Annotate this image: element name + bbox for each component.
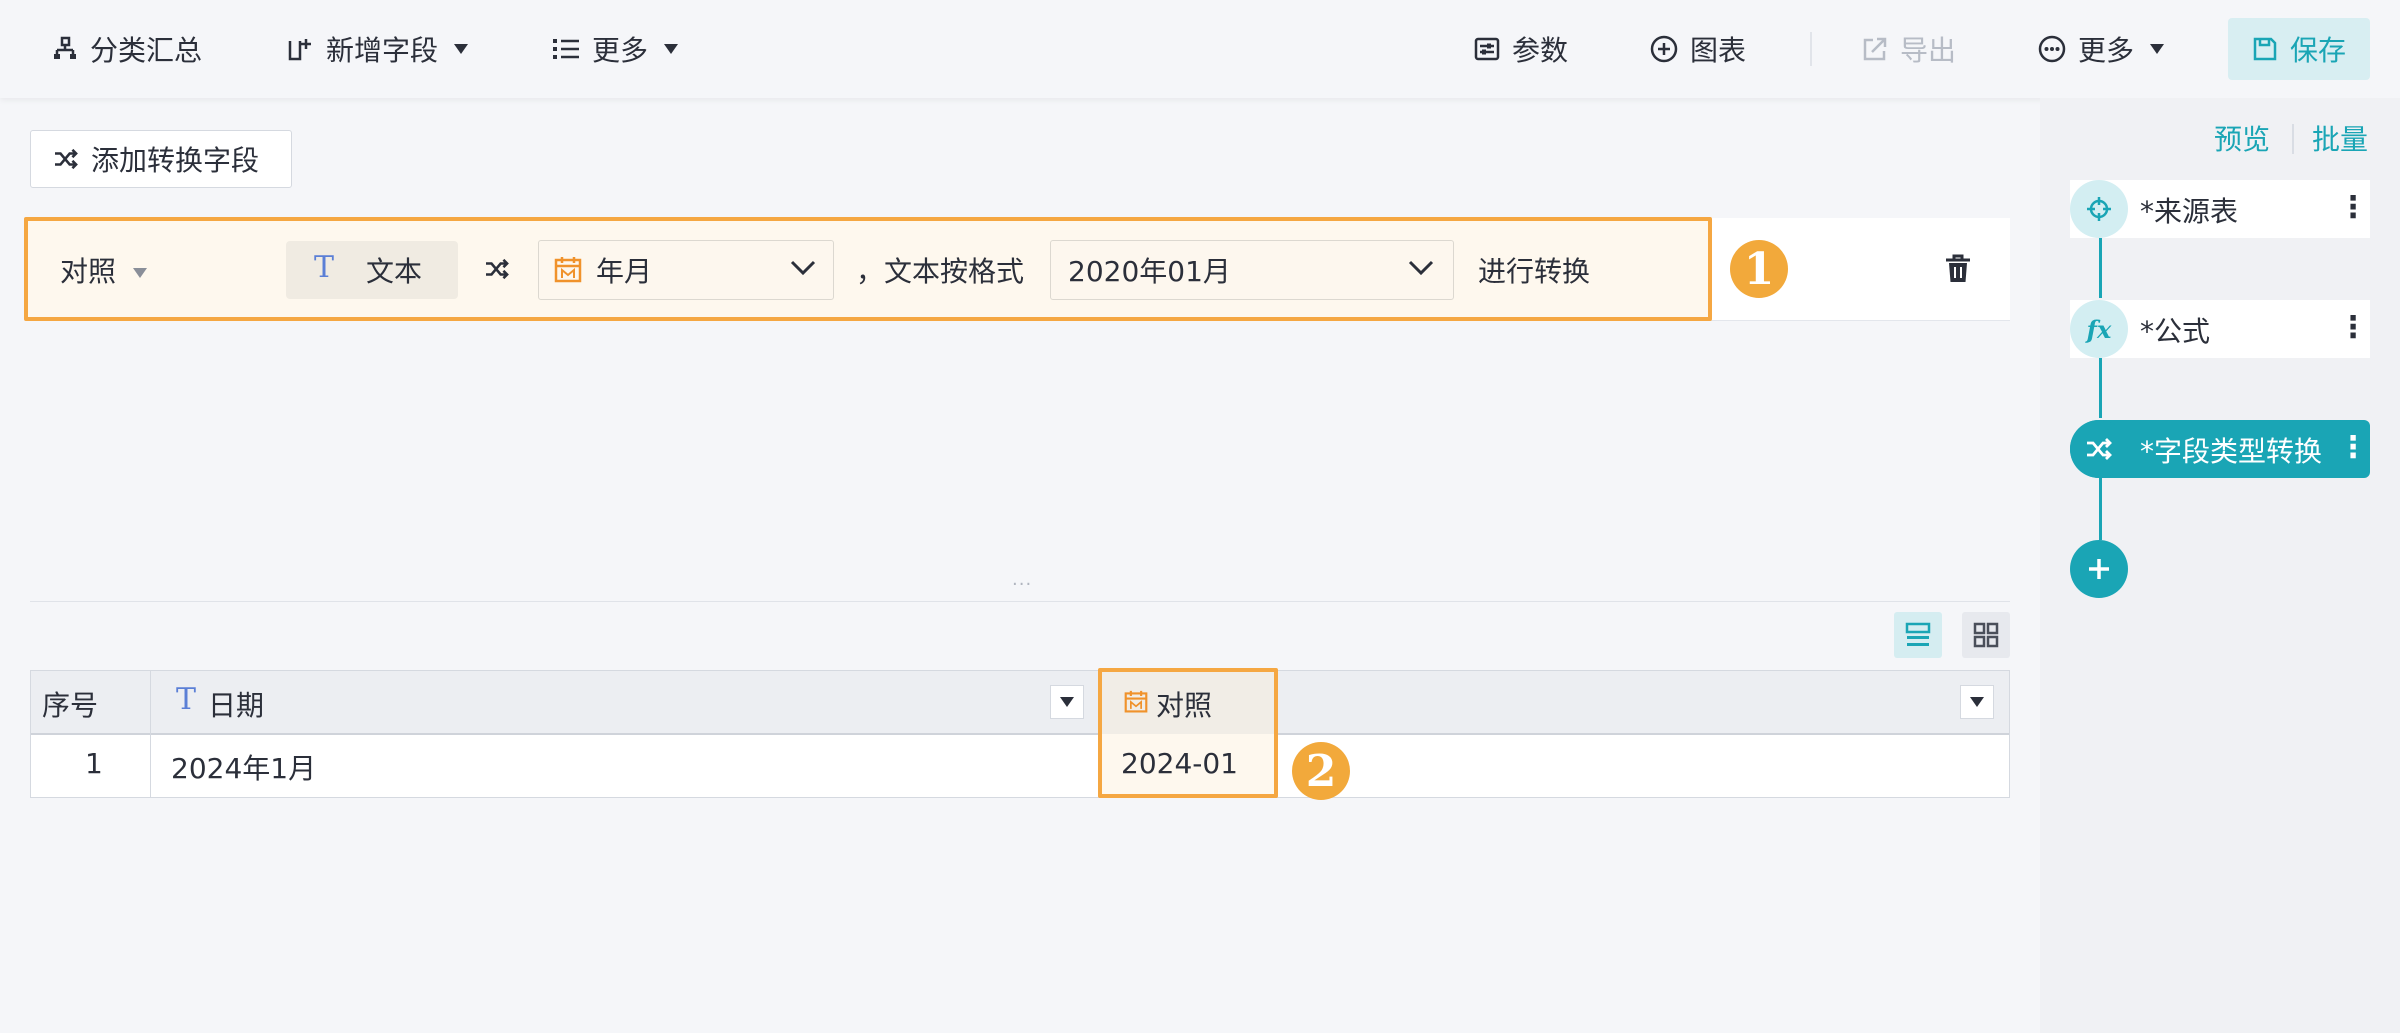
- more-left-button[interactable]: 更多: [552, 26, 679, 72]
- step-label: *公式: [2140, 315, 2211, 348]
- export-label: 导出: [1900, 34, 1957, 67]
- step-formula[interactable]: fx *公式 ⋮: [2070, 300, 2370, 358]
- params-label: 参数: [1512, 34, 1569, 67]
- caret-down-icon: [132, 268, 147, 278]
- chevron-down-icon: [790, 260, 816, 276]
- step-source-table[interactable]: *来源表 ⋮: [2070, 180, 2370, 238]
- add-field-button[interactable]: 新增字段: [286, 26, 469, 72]
- view-list-button[interactable]: [1894, 612, 1942, 658]
- save-label: 保存: [2289, 34, 2346, 67]
- batch-link[interactable]: 批量: [2312, 118, 2368, 158]
- params-button[interactable]: 参数: [1474, 26, 1568, 72]
- target-icon: [2070, 180, 2128, 238]
- preview-link[interactable]: 预览: [2214, 118, 2270, 158]
- field-select-value: 对照: [60, 255, 117, 288]
- action-text: 进行转换: [1478, 255, 1591, 288]
- view-grid-button[interactable]: [1962, 612, 2010, 658]
- params-icon: [1474, 36, 1500, 62]
- drag-handle-icon[interactable]: ···: [1012, 574, 1032, 595]
- more-right-button[interactable]: 更多: [2038, 26, 2165, 72]
- fx-icon: fx: [2070, 300, 2128, 358]
- add-column-icon: [286, 35, 314, 63]
- flow-connector: [2099, 358, 2102, 418]
- step-label: *字段类型转换: [2140, 435, 2323, 468]
- caret-down-icon: [664, 44, 679, 54]
- trash-icon[interactable]: [1944, 254, 1972, 284]
- step-label: *来源表: [2140, 195, 2239, 228]
- chart-label: 图表: [1690, 34, 1747, 67]
- shuffle-icon: [484, 258, 510, 280]
- field-select[interactable]: 对照: [60, 250, 147, 290]
- flow-connector: [2099, 478, 2102, 540]
- add-transform-field-button[interactable]: 添加转换字段: [30, 130, 292, 188]
- table-header: [31, 671, 2009, 735]
- text-type-icon: T: [314, 250, 335, 285]
- chart-button[interactable]: 图表: [1650, 26, 1746, 72]
- splitter[interactable]: [30, 601, 2010, 602]
- caret-down-icon: [454, 44, 469, 54]
- top-toolbar: 分类汇总 新增字段 更多 参数 图表 导出 更多 保存: [0, 0, 2400, 98]
- column-header-index: 序号: [42, 689, 99, 722]
- flow-connector: [2099, 238, 2102, 298]
- calendar-month-icon: [554, 256, 582, 284]
- source-type-label: 文本: [366, 255, 423, 288]
- more-left-label: 更多: [592, 34, 649, 67]
- target-type-value: 年月: [596, 255, 653, 288]
- export-icon: [1862, 36, 1888, 62]
- add-transform-label: 添加转换字段: [91, 144, 260, 177]
- group-summary-button[interactable]: 分类汇总: [52, 26, 202, 72]
- text-type-icon: T: [176, 682, 197, 717]
- chevron-down-icon: [1408, 260, 1434, 276]
- list-icon: [552, 36, 580, 62]
- rows-icon: [1905, 622, 1931, 648]
- column-highlight-box: [1098, 668, 1278, 798]
- add-step-button[interactable]: [2070, 540, 2128, 598]
- callout-badge-1: 1: [1730, 240, 1788, 298]
- save-icon: [2252, 36, 2278, 62]
- hierarchy-icon: [52, 36, 78, 62]
- table-row: 1 2024年1月 2024-01: [31, 735, 2009, 797]
- more-right-label: 更多: [2078, 34, 2135, 67]
- step-field-type-convert[interactable]: *字段类型转换 ⋮: [2070, 420, 2370, 478]
- group-summary-label: 分类汇总: [90, 34, 203, 67]
- column-filter-button[interactable]: [1960, 685, 1994, 719]
- save-button[interactable]: 保存: [2228, 18, 2370, 80]
- grid-icon: [1973, 622, 1999, 648]
- caret-down-icon: [2150, 44, 2165, 54]
- plus-icon: [2086, 556, 2112, 582]
- column-filter-button[interactable]: [1050, 685, 1084, 719]
- cell-date: 2024年1月: [171, 752, 317, 785]
- shuffle-icon: [2070, 420, 2128, 478]
- step-menu-icon[interactable]: ⋮: [2338, 310, 2368, 345]
- toolbar-divider: [1810, 32, 1812, 66]
- shuffle-icon: [53, 148, 79, 170]
- column-header-date[interactable]: 日期: [208, 684, 264, 724]
- ellipsis-circle-icon: [2038, 35, 2066, 63]
- caret-down-icon: [1060, 697, 1074, 707]
- by-format-text: ，文本按格式: [856, 255, 1025, 288]
- add-field-label: 新增字段: [326, 34, 439, 67]
- cell-index: 1: [85, 747, 103, 780]
- plus-circle-icon: [1650, 35, 1678, 63]
- format-select-value: 2020年01月: [1068, 255, 1231, 288]
- link-divider: [2292, 124, 2294, 154]
- callout-badge-2: 2: [1292, 742, 1350, 800]
- export-button[interactable]: 导出: [1862, 26, 1956, 72]
- step-menu-icon[interactable]: ⋮: [2338, 190, 2368, 225]
- step-menu-icon[interactable]: ⋮: [2338, 430, 2368, 465]
- caret-down-icon: [1970, 697, 1984, 707]
